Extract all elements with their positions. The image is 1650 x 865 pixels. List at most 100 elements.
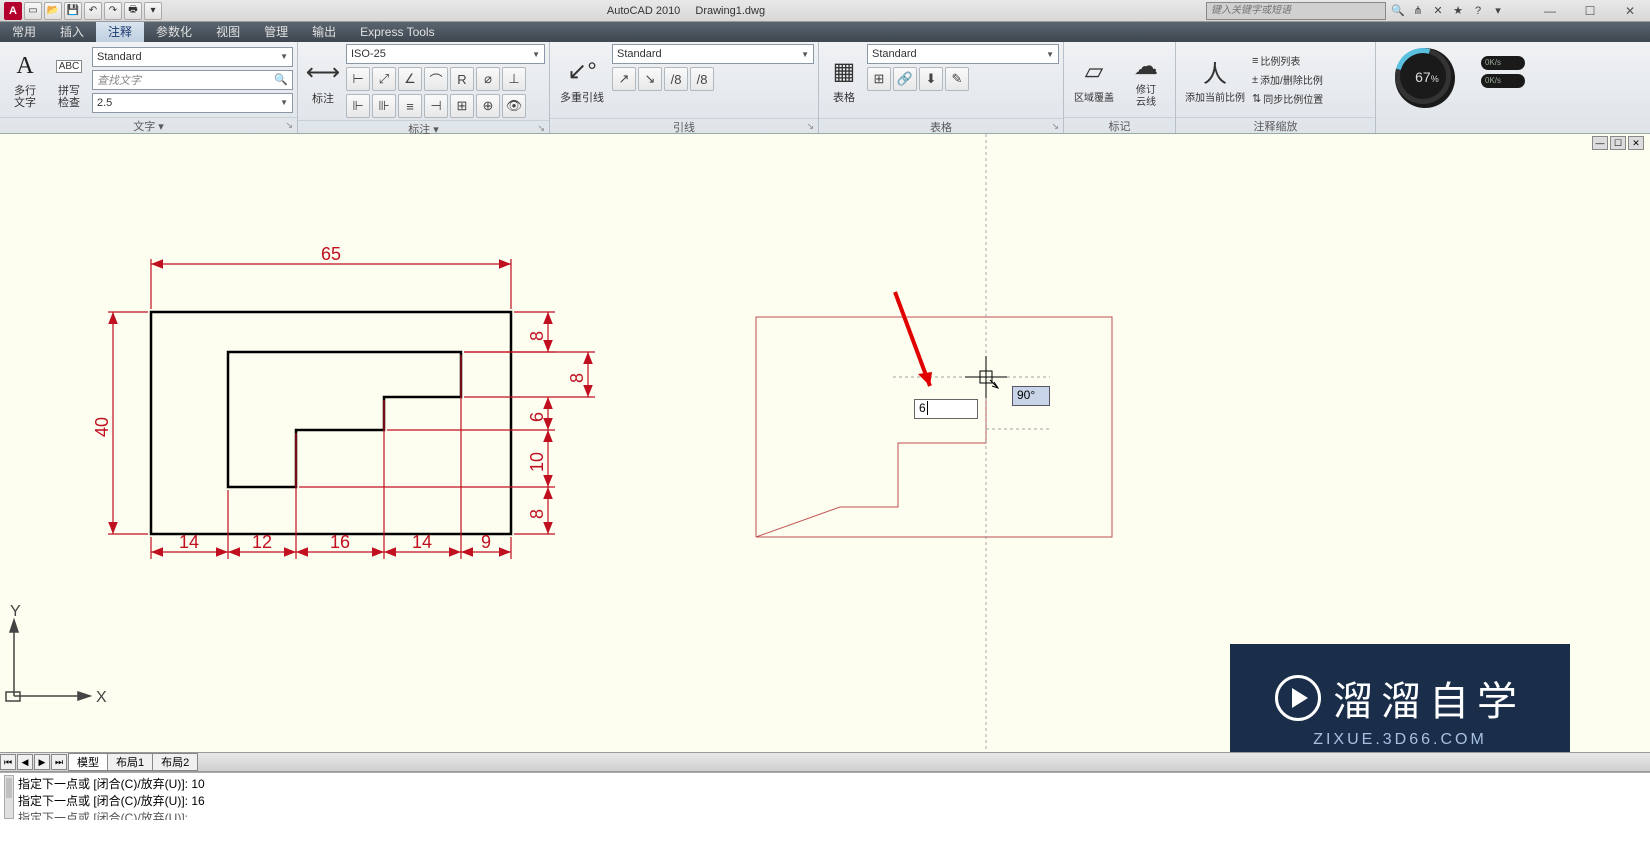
dimension-button[interactable]: ⟷ 标注 <box>302 46 344 116</box>
panel-expand-icon[interactable]: ↘ <box>285 120 293 131</box>
tab-annotate[interactable]: 注释 <box>96 22 144 42</box>
tab-nav-next[interactable]: ▶ <box>34 754 50 770</box>
table-style-value: Standard <box>872 48 917 60</box>
qat-dropdown-icon[interactable]: ▾ <box>144 2 162 20</box>
revcloud-button[interactable]: ☁ 修订 云线 <box>1122 45 1170 115</box>
find-binoculars-icon[interactable]: 🔍 <box>274 73 288 86</box>
mleader-remove-button[interactable]: ↘ <box>638 67 662 91</box>
qat-save-icon[interactable]: 💾 <box>64 2 82 20</box>
dim-radius-button[interactable]: R <box>450 67 474 91</box>
qat-open-icon[interactable]: 📂 <box>44 2 62 20</box>
app-logo-icon[interactable]: A <box>4 2 22 20</box>
tab-layout1[interactable]: 布局1 <box>107 753 153 771</box>
dim-break-button[interactable]: ⊣ <box>424 94 448 118</box>
ucs-y-label: Y <box>10 603 21 620</box>
spellcheck-button[interactable]: ABC 拼写 检查 <box>48 45 90 115</box>
panel-expand-icon[interactable]: ↘ <box>1051 121 1059 132</box>
help-icon[interactable]: ? <box>1470 3 1486 19</box>
text-height-combo[interactable]: 2.5▼ <box>92 93 293 113</box>
table-download-button[interactable]: ⬇ <box>919 67 943 91</box>
qat-print-icon[interactable]: 🖶 <box>124 2 142 20</box>
dim-arc-button[interactable]: ⌒ <box>424 67 448 91</box>
text-style-combo[interactable]: Standard▼ <box>92 47 293 67</box>
qat-undo-icon[interactable]: ↶ <box>84 2 102 20</box>
table-extract-button[interactable]: ⊞ <box>867 67 891 91</box>
bottom-dims: 14 12 16 14 9 <box>151 355 511 559</box>
mleader-button[interactable]: ↙° 多重引线 <box>554 45 610 115</box>
mtext-button[interactable]: A 多行 文字 <box>4 45 46 115</box>
dim-aligned-button[interactable]: ⤢ <box>372 67 396 91</box>
mleader-collect-button[interactable]: /8 <box>690 67 714 91</box>
dim-ordinate-button[interactable]: ⊥ <box>502 67 526 91</box>
dim-continue-button[interactable]: ⊩ <box>346 94 370 118</box>
dim-inspect-button[interactable]: 👁 <box>502 94 526 118</box>
find-text-input[interactable]: 查找文字 🔍 <box>92 70 293 90</box>
svg-text:14: 14 <box>412 532 432 552</box>
right-dims: 8 8 6 10 8 <box>299 312 595 534</box>
qat-redo-icon[interactable]: ↷ <box>104 2 122 20</box>
wipeout-button[interactable]: ▱ 区域覆盖 <box>1068 45 1120 115</box>
subscription-icon[interactable]: ⋔ <box>1410 3 1426 19</box>
dim-angular-button[interactable]: ∠ <box>398 67 422 91</box>
table-icon: ▦ <box>828 55 860 87</box>
help-dropdown-icon[interactable]: ▾ <box>1490 3 1506 19</box>
command-scrollbar[interactable] <box>4 775 14 819</box>
panel-table-title[interactable]: 表格↘ <box>819 118 1063 134</box>
mleader-label: 多重引线 <box>560 89 604 105</box>
tab-nav-prev[interactable]: ◀ <box>17 754 33 770</box>
window-maximize-button[interactable]: ☐ <box>1570 1 1610 21</box>
table-edit-button[interactable]: ✎ <box>945 67 969 91</box>
drawing-area[interactable]: — ☐ ✕ 65 40 <box>0 134 1650 752</box>
window-close-button[interactable]: ✕ <box>1610 1 1650 21</box>
dim-center-button[interactable]: ⊕ <box>476 94 500 118</box>
svg-text:6: 6 <box>527 412 547 422</box>
sync-icon: ⇅ <box>1252 92 1261 105</box>
dim-linear-button[interactable]: ⊢ <box>346 67 370 91</box>
add-del-scale-button[interactable]: ± 添加/删除比例 <box>1252 72 1323 87</box>
mleader-style-combo[interactable]: Standard▼ <box>612 44 814 64</box>
dim-top: 65 <box>321 244 341 264</box>
mleader-align-button[interactable]: /8 <box>664 67 688 91</box>
favorite-icon[interactable]: ★ <box>1450 3 1466 19</box>
dim-diameter-button[interactable]: ⌀ <box>476 67 500 91</box>
qat-new-icon[interactable]: ▭ <box>24 2 42 20</box>
dimension-icon: ⟷ <box>307 56 339 88</box>
find-text-placeholder: 查找文字 <box>97 72 141 88</box>
add-current-scale-button[interactable]: 人 添加当前比例 <box>1180 45 1250 115</box>
tab-nav-first[interactable]: ⏮ <box>0 754 16 770</box>
panel-expand-icon[interactable]: ↘ <box>806 121 814 132</box>
tab-layout2[interactable]: 布局2 <box>152 753 198 771</box>
infocenter-icon[interactable]: 🔍 <box>1390 3 1406 19</box>
tab-manage[interactable]: 管理 <box>252 22 300 42</box>
mleader-add-button[interactable]: ↗ <box>612 67 636 91</box>
panel-text-title[interactable]: 文字 ▾↘ <box>0 117 297 133</box>
table-link-button[interactable]: 🔗 <box>893 67 917 91</box>
watermark-play-icon <box>1275 675 1321 721</box>
dim-baseline-button[interactable]: ⊪ <box>372 94 396 118</box>
tab-express[interactable]: Express Tools <box>348 22 446 42</box>
dim-tolerance-button[interactable]: ⊞ <box>450 94 474 118</box>
panel-leader-title[interactable]: 引线↘ <box>550 118 818 134</box>
panel-markup-title: 标记 <box>1064 117 1175 133</box>
dim-space-button[interactable]: ≡ <box>398 94 422 118</box>
panel-expand-icon[interactable]: ↘ <box>537 123 545 134</box>
tab-parametric[interactable]: 参数化 <box>144 22 204 42</box>
panel-text: A 多行 文字 ABC 拼写 检查 Standard▼ 查找文字 🔍 2.5▼ <box>0 42 298 133</box>
exchange-icon[interactable]: ✕ <box>1430 3 1446 19</box>
tab-nav-last[interactable]: ⏭ <box>51 754 67 770</box>
tab-home[interactable]: 常用 <box>0 22 48 42</box>
dim-style-combo[interactable]: ISO-25▼ <box>346 44 545 64</box>
help-search-input[interactable] <box>1206 2 1386 20</box>
panel-table: ▦ 表格 Standard▼ ⊞ 🔗 ⬇ ✎ 表格↘ <box>819 42 1064 133</box>
command-window[interactable]: 指定下一点或 [闭合(C)/放弃(U)]: 10 指定下一点或 [闭合(C)/放… <box>0 772 1650 820</box>
table-button[interactable]: ▦ 表格 <box>823 45 865 115</box>
dynamic-distance-input[interactable]: 6 <box>914 399 978 419</box>
sync-scale-button[interactable]: ⇅ 同步比例位置 <box>1252 91 1323 106</box>
tab-view[interactable]: 视图 <box>204 22 252 42</box>
window-minimize-button[interactable]: — <box>1530 1 1570 21</box>
table-style-combo[interactable]: Standard▼ <box>867 44 1059 64</box>
scale-list-button[interactable]: ≡ 比例列表 <box>1252 53 1323 68</box>
tab-insert[interactable]: 插入 <box>48 22 96 42</box>
tab-output[interactable]: 输出 <box>300 22 348 42</box>
tab-model[interactable]: 模型 <box>68 753 108 771</box>
